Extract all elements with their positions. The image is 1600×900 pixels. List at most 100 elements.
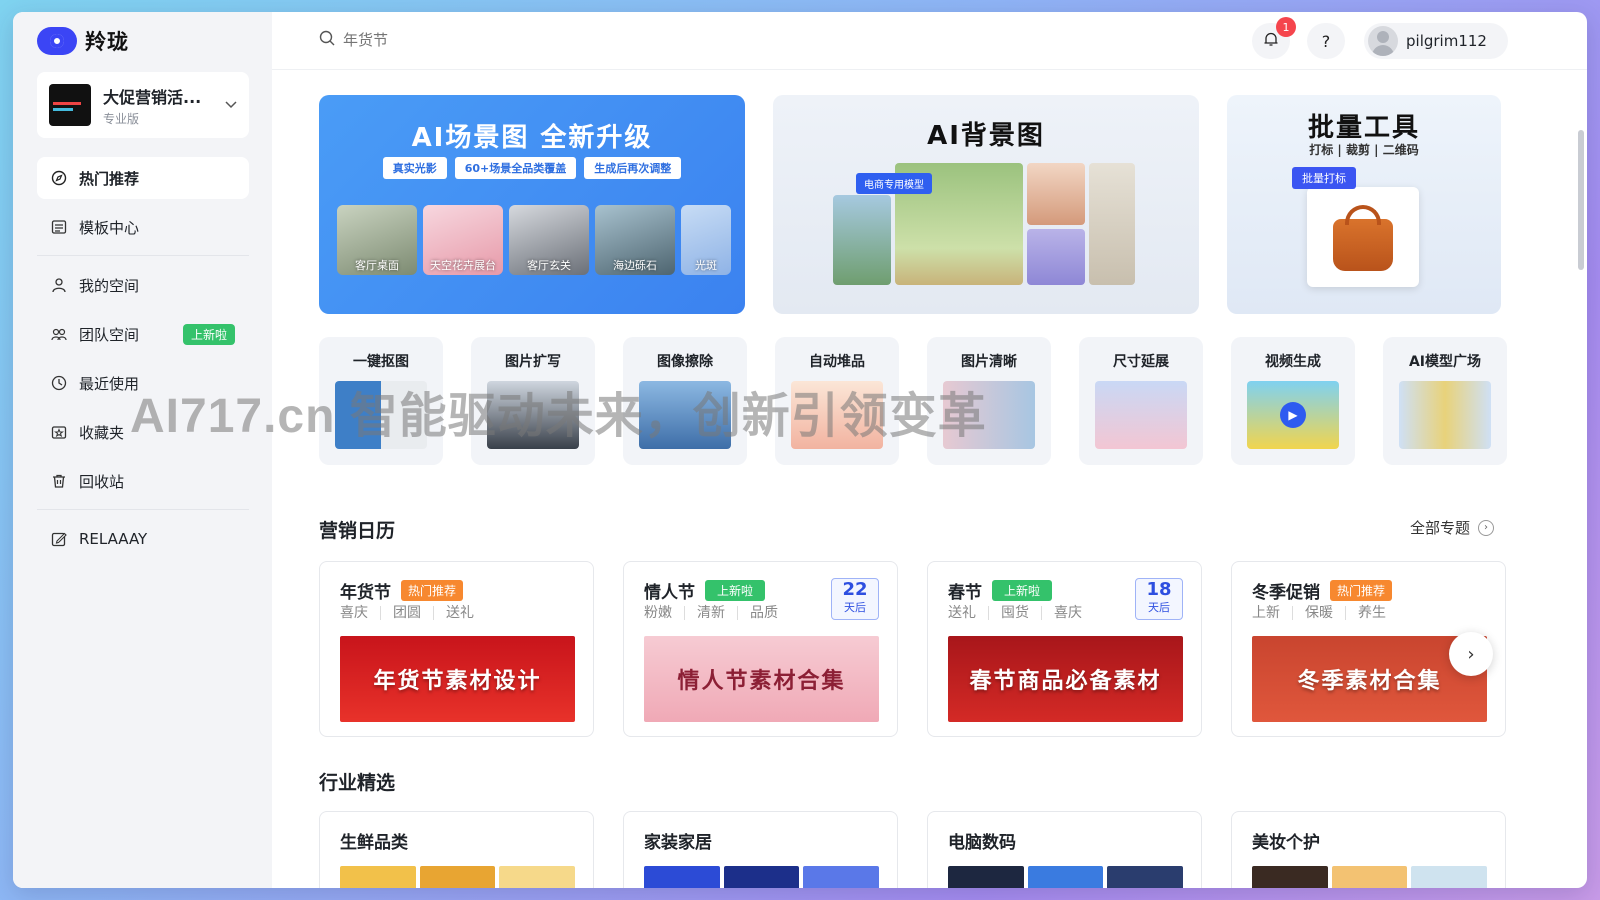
scrollbar[interactable]	[1578, 130, 1584, 270]
bell-icon	[1263, 31, 1279, 51]
team-icon	[51, 326, 67, 342]
card-banner: 春节商品必备素材	[948, 636, 1183, 722]
sidebar-item-relaaay[interactable]: RELAAAY	[37, 518, 249, 560]
card-title: 电脑数码	[948, 833, 1016, 853]
help-icon: ?	[1321, 31, 1331, 51]
top-bar: 1 ? pilgrim112	[272, 12, 1587, 70]
sidebar-item-label: RELAAAY	[79, 530, 148, 548]
tool-preview	[1399, 381, 1491, 449]
calendar-card-spring-festival[interactable]: 春节 上新啦 18 天后 送礼 囤货 喜庆 春节商品必备素材	[927, 561, 1202, 737]
carousel-next-button[interactable]: ›	[1449, 632, 1493, 676]
app-logo[interactable]: 羚珑	[37, 26, 129, 56]
sidebar-item-templates[interactable]: 模板中心	[37, 206, 249, 248]
card-banner: 年货节素材设计	[340, 636, 575, 722]
hot-tag: 热门推荐	[1330, 580, 1393, 601]
banner-ai-scene[interactable]: AI场景图 全新升级 真实光影 60+场景全品类覆盖 生成后再次调整 客厅桌面 …	[319, 95, 745, 314]
days-countdown: 22 天后	[831, 578, 879, 620]
keyword: 清新	[684, 606, 737, 620]
workspace-name: 大促营销活...	[103, 87, 202, 107]
new-tag: 上新啦	[992, 580, 1053, 601]
card-preview-strip	[340, 866, 576, 888]
tool-preview	[1095, 381, 1187, 449]
tool-video[interactable]: 视频生成 ▶	[1231, 337, 1355, 465]
card-title: 生鲜品类	[340, 833, 408, 853]
industry-section-title: 行业精选	[319, 772, 396, 794]
play-icon: ▶	[1280, 402, 1306, 428]
banner-batch-tools[interactable]: 批量工具 打标 | 裁剪 | 二维码 批量打标	[1227, 95, 1501, 314]
calendar-card-valentines[interactable]: 情人节 上新啦 22 天后 粉嫩 清新 品质 情人节素材合集	[623, 561, 898, 737]
sidebar-item-label: 模板中心	[79, 218, 140, 237]
user-menu[interactable]: pilgrim112	[1364, 23, 1508, 59]
tool-resize[interactable]: 尺寸延展	[1079, 337, 1203, 465]
preview-thumb	[644, 866, 720, 888]
sidebar-item-label: 热门推荐	[79, 169, 140, 188]
search-input[interactable]	[343, 31, 543, 49]
tool-label: 视频生成	[1265, 354, 1321, 370]
sidebar-item-my-space[interactable]: 我的空间	[37, 264, 249, 306]
preview-thumb	[1027, 866, 1104, 888]
preview-thumb	[1252, 866, 1328, 888]
handbag-handle	[1345, 205, 1381, 225]
tool-label: 尺寸延展	[1113, 354, 1169, 370]
sidebar-item-label: 收藏夹	[79, 423, 125, 442]
card-title: 情人节	[644, 583, 695, 603]
thumbnail-label: 客厅玄关	[527, 259, 571, 272]
preview-thumb	[1107, 866, 1184, 888]
banner-subtitle: 打标 | 裁剪 | 二维码	[1309, 143, 1419, 157]
clock-icon	[51, 375, 67, 391]
sidebar-item-label: 团队空间	[79, 325, 140, 344]
industry-card-beauty[interactable]: 美妆个护	[1231, 811, 1506, 888]
app-window: 羚珑 大促营销活... 专业版 热门推荐 模板中心 我的空间 团队空间 上新啦 …	[13, 12, 1587, 888]
preview-thumb	[803, 866, 880, 888]
card-banner: 情人节素材合集	[644, 636, 879, 722]
card-keywords: 送礼 囤货 喜庆	[948, 606, 1094, 620]
days-unit: 天后	[844, 601, 866, 614]
sidebar-nav: 热门推荐 模板中心 我的空间 团队空间 上新啦 最近使用 收藏夹 回收站 REL…	[37, 157, 249, 567]
thumbnail-label: 海边砾石	[613, 259, 657, 272]
sidebar-item-trash[interactable]: 回收站	[37, 460, 249, 502]
card-title: 美妆个护	[1252, 833, 1320, 853]
background-sample	[1089, 163, 1135, 285]
calendar-card-new-year-goods[interactable]: 年货节 热门推荐 喜庆 团圆 送礼 年货节素材设计	[319, 561, 594, 737]
sidebar-item-label: 回收站	[79, 472, 125, 491]
calendar-card-winter-sale[interactable]: 冬季促销 热门推荐 上新 保暖 养生 冬季素材合集 ›	[1231, 561, 1506, 737]
avatar	[1368, 26, 1398, 56]
sidebar-item-team-space[interactable]: 团队空间 上新啦	[37, 313, 249, 355]
banner-tag: 电商专用模型	[856, 173, 932, 194]
keyword: 喜庆	[1041, 606, 1094, 620]
search-bar[interactable]	[319, 30, 543, 50]
scene-thumbnail: 客厅桌面	[337, 205, 417, 275]
background-sample	[833, 195, 891, 285]
card-title: 家装家居	[644, 833, 712, 853]
banner-ai-background[interactable]: AI背景图 电商专用模型	[773, 95, 1199, 314]
workspace-switcher[interactable]: 大促营销活... 专业版	[37, 72, 249, 138]
keyword: 送礼	[948, 605, 976, 621]
card-title: 春节	[948, 583, 982, 603]
keyword: 品质	[737, 606, 790, 620]
days-unit: 天后	[1148, 601, 1170, 614]
all-topics-link[interactable]: 全部专题 ›	[1410, 517, 1495, 538]
sidebar-item-hot[interactable]: 热门推荐	[37, 157, 249, 199]
help-button[interactable]: ?	[1307, 23, 1345, 59]
user-icon	[51, 277, 67, 293]
tool-label: 自动堆品	[809, 354, 865, 370]
main-content: AI场景图 全新升级 真实光影 60+场景全品类覆盖 生成后再次调整 客厅桌面 …	[272, 70, 1587, 888]
days-countdown: 18 天后	[1135, 578, 1183, 620]
industry-card-fresh[interactable]: 生鲜品类	[319, 811, 594, 888]
banner-tag: 批量打标	[1292, 167, 1356, 189]
hot-tag: 热门推荐	[401, 580, 464, 601]
product-card	[1307, 187, 1419, 287]
new-tag: 上新啦	[705, 580, 766, 601]
card-keywords: 喜庆 团圆 送礼	[340, 606, 486, 620]
industry-card-digital[interactable]: 电脑数码	[927, 811, 1202, 888]
keyword: 粉嫩	[644, 605, 672, 621]
notification-button[interactable]: 1	[1252, 17, 1296, 59]
trash-icon	[51, 473, 67, 489]
thumbnail-label: 光斑	[695, 259, 717, 272]
preview-thumb	[1411, 866, 1488, 888]
chevron-right-icon: ›	[1467, 643, 1475, 665]
industry-card-home[interactable]: 家装家居	[623, 811, 898, 888]
scene-thumbnail: 客厅玄关	[509, 205, 589, 275]
tool-model-plaza[interactable]: AI模型广场	[1383, 337, 1507, 465]
preview-thumb	[723, 866, 800, 888]
